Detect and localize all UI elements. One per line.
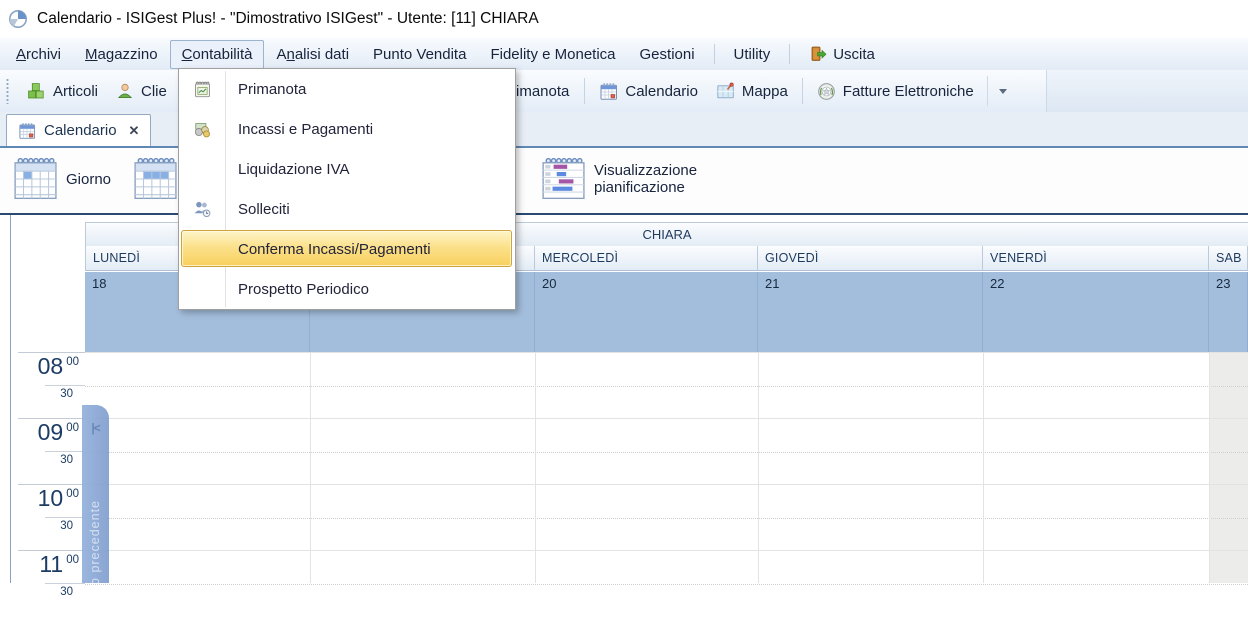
- menu-punto-vendita[interactable]: Punto Vendita: [361, 40, 478, 69]
- date-number: 21: [758, 272, 982, 291]
- hour-row[interactable]: [85, 418, 1248, 485]
- menuitem-liquidazione-iva[interactable]: Liquidazione IVA: [179, 149, 515, 189]
- menu-bar: Archivi Magazzino Contabilità Analisi da…: [0, 38, 1248, 70]
- column-line: [535, 352, 536, 583]
- allday-cell-venerdi[interactable]: 22: [983, 272, 1209, 352]
- time-ruler-hour: 1100 30: [11, 550, 85, 616]
- menu-archivi[interactable]: Archivi: [4, 40, 73, 69]
- hour-row[interactable]: [85, 484, 1248, 551]
- calendar-icon: [599, 82, 618, 101]
- green-cubes-icon: [26, 81, 46, 101]
- exit-door-icon: [809, 45, 827, 63]
- day-header-venerdi[interactable]: VENERDÌ: [983, 246, 1209, 271]
- allday-cell-giovedi[interactable]: 21: [758, 272, 983, 352]
- gantt-calendar-icon: [540, 156, 586, 202]
- menu-uscita[interactable]: Uscita: [797, 39, 887, 69]
- menu-utility[interactable]: Utility: [722, 40, 783, 69]
- week-calendar-icon: [132, 156, 178, 202]
- clienti-button[interactable]: Clie: [107, 77, 176, 105]
- toolbar-grip-handle[interactable]: [6, 78, 9, 104]
- menuitem-solleciti[interactable]: Solleciti: [179, 189, 515, 229]
- tab-label: Calendario: [44, 122, 117, 139]
- previous-appointment-strip[interactable]: |< to precedente: [82, 405, 109, 583]
- primanota-button-partial[interactable]: imanota: [516, 83, 579, 100]
- hour-row[interactable]: [85, 352, 1248, 419]
- time-ruler-hour: 0900 30: [11, 418, 85, 484]
- day-calendar-icon: [12, 156, 58, 202]
- calendario-button[interactable]: Calendario: [590, 77, 707, 106]
- half-hour-line: [85, 452, 1248, 453]
- time-ruler-hour: 0800 30: [11, 352, 85, 418]
- date-number: 22: [983, 272, 1208, 291]
- date-number: 20: [535, 272, 757, 291]
- day-header-sabato[interactable]: SAB: [1209, 246, 1248, 271]
- menuitem-prospetto-periodico[interactable]: Prospetto Periodico: [179, 269, 515, 309]
- work-week-view-button[interactable]: [132, 156, 178, 202]
- chevron-down-icon: [999, 89, 1007, 94]
- date-number: 23: [1209, 272, 1247, 291]
- people-clock-icon: [193, 200, 212, 219]
- previous-appointment-icon: |<: [82, 421, 109, 435]
- menu-fidelity-monetica[interactable]: Fidelity e Monetica: [478, 40, 627, 69]
- half-hour-line: [85, 518, 1248, 519]
- hour-row[interactable]: [85, 550, 1248, 617]
- column-line: [1209, 352, 1210, 583]
- notebook-chart-icon: [193, 80, 212, 99]
- allday-cell-mercoledi[interactable]: 20: [535, 272, 758, 352]
- column-line: [310, 352, 311, 583]
- planning-label-line1: Visualizzazione: [594, 162, 697, 179]
- menu-magazzino[interactable]: Magazzino: [73, 40, 170, 69]
- half-hour-line: [85, 584, 1248, 585]
- time-ruler-hour: 1000 30: [11, 484, 85, 550]
- menu-contabilita[interactable]: Contabilità: [170, 40, 265, 69]
- toolbar-separator: [802, 78, 803, 104]
- column-line: [758, 352, 759, 583]
- tab-close-icon[interactable]: ✕: [129, 123, 140, 139]
- menubar-separator: [714, 44, 715, 64]
- toolbar-options-button[interactable]: [987, 76, 1018, 106]
- calendar-icon: [18, 122, 36, 140]
- app-logo-icon: [8, 9, 28, 29]
- coins-icon: [193, 120, 212, 139]
- planning-view-button[interactable]: Visualizzazione pianificazione: [540, 156, 697, 202]
- fatture-elettroniche-button[interactable]: Fatture Elettroniche: [808, 77, 983, 106]
- day-header-mercoledi[interactable]: MERCOLEDÌ: [535, 246, 758, 271]
- time-ruler: 0800 30 0900 30 1000 30 1100 30: [11, 352, 85, 583]
- day-view-button[interactable]: Giorno: [12, 156, 111, 202]
- articoli-button[interactable]: Articoli: [17, 76, 107, 106]
- allday-cell-sabato[interactable]: 23: [1209, 272, 1248, 352]
- day-header-giovedi[interactable]: GIOVEDÌ: [758, 246, 983, 271]
- half-hour-line: [85, 386, 1248, 387]
- menu-gestioni[interactable]: Gestioni: [628, 40, 707, 69]
- menubar-separator: [789, 44, 790, 64]
- window-title: Calendario - ISIGest Plus! - "Dimostrati…: [37, 10, 539, 28]
- map-icon: [716, 82, 735, 101]
- mappa-button[interactable]: Mappa: [707, 77, 797, 106]
- menuitem-primanota[interactable]: Primanota: [179, 69, 515, 109]
- column-line: [983, 352, 984, 583]
- menuitem-conferma-incassi-pagamenti[interactable]: Conferma Incassi/Pagamenti: [179, 229, 515, 269]
- title-bar: Calendario - ISIGest Plus! - "Dimostrati…: [0, 0, 1248, 38]
- menuitem-incassi-pagamenti[interactable]: Incassi e Pagamenti: [179, 109, 515, 149]
- person-icon: [116, 82, 134, 100]
- emblem-icon: [817, 82, 836, 101]
- menu-analisi-dati[interactable]: Analisi dati: [264, 40, 361, 69]
- tab-calendario[interactable]: Calendario ✕: [6, 114, 151, 146]
- previous-appointment-label: to precedente: [88, 500, 102, 583]
- planning-label-line2: pianificazione: [594, 179, 697, 196]
- contabilita-dropdown-menu: Primanota Incassi e Pagamenti Liquidazio…: [178, 68, 516, 310]
- toolbar-separator: [584, 78, 585, 104]
